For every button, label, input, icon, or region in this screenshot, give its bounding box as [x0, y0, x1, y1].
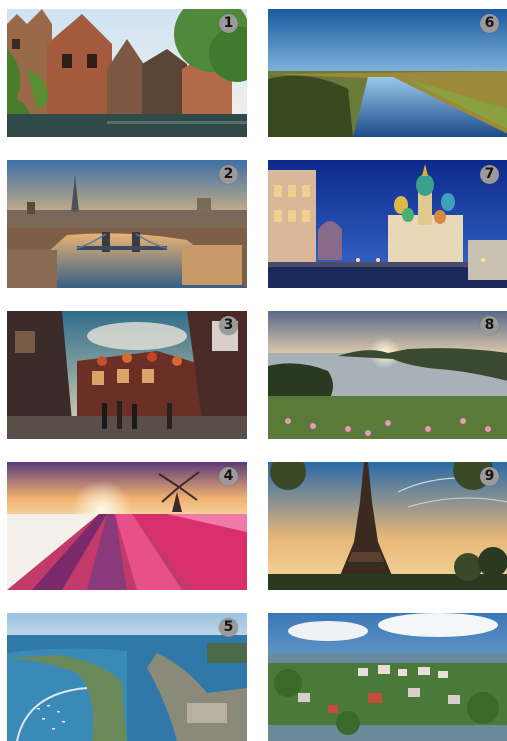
photo-tile-1[interactable]: 1: [7, 9, 247, 137]
photo-tile-10[interactable]: [268, 613, 507, 741]
canal-town-photo: [7, 9, 247, 137]
tile-number-badge: 5: [219, 618, 238, 637]
photo-tile-3[interactable]: 3: [7, 311, 247, 439]
coast-sunset-photo: [268, 311, 507, 439]
photo-tile-4[interactable]: 4: [7, 462, 247, 590]
tile-number-badge: 6: [480, 14, 499, 33]
tile-number-badge: 9: [480, 467, 499, 486]
tile-number-badge: 8: [480, 316, 499, 335]
photo-tile-9[interactable]: 9: [268, 462, 507, 590]
tile-number-badge: 4: [219, 467, 238, 486]
tile-number-badge: 7: [480, 165, 499, 184]
tile-number-badge: 3: [219, 316, 238, 335]
photo-tile-6[interactable]: 6: [268, 9, 507, 137]
city-bridge-photo: [7, 160, 247, 288]
harbor-aerial-photo: [7, 613, 247, 741]
pub-street-photo: [7, 311, 247, 439]
cathedral-night-photo: [268, 160, 507, 288]
river-valley-photo: [268, 9, 507, 137]
tile-number-badge: 2: [219, 165, 238, 184]
eiffel-tower-photo: [268, 462, 507, 590]
photo-tile-8[interactable]: 8: [268, 311, 507, 439]
photo-tile-7[interactable]: 7: [268, 160, 507, 288]
photo-tile-2[interactable]: 2: [7, 160, 247, 288]
tulip-windmill-photo: [7, 462, 247, 590]
tile-number-badge: 1: [219, 14, 238, 33]
photo-tile-5[interactable]: 5: [7, 613, 247, 741]
hillside-city-photo: [268, 613, 507, 741]
